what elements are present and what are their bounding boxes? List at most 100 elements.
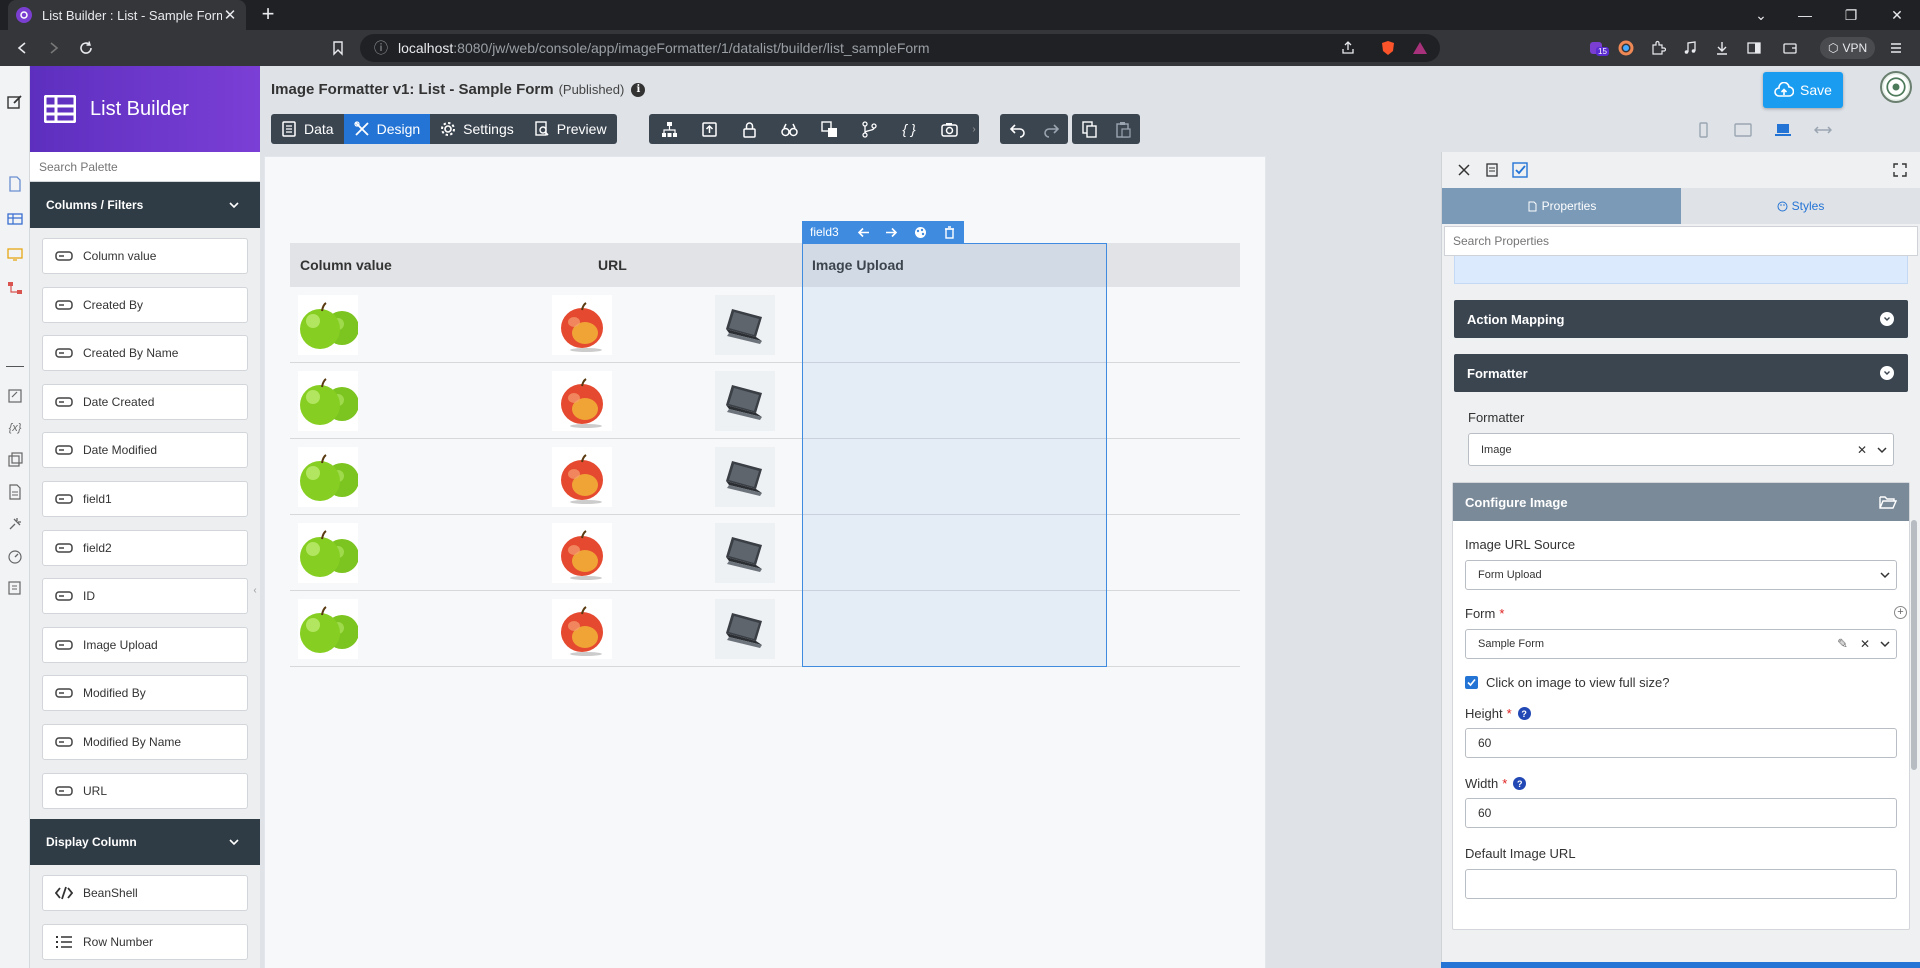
formatter-select[interactable]: Image ✕ xyxy=(1468,433,1894,466)
close-icon[interactable] xyxy=(1450,158,1478,182)
translate-icon[interactable] xyxy=(809,114,849,144)
url-source-select[interactable]: Form Upload xyxy=(1465,560,1897,590)
restore-icon[interactable]: ❐ xyxy=(1828,0,1874,30)
default-image-field[interactable] xyxy=(1465,869,1897,899)
tab-data[interactable]: Data xyxy=(271,114,344,144)
url-field[interactable]: ⓘ localhost:8080/jw/web/console/app/imag… xyxy=(360,34,1440,62)
json-braces-icon[interactable]: { } xyxy=(889,114,929,144)
palette-item[interactable]: URL xyxy=(42,772,248,809)
forward-icon[interactable] xyxy=(42,36,66,60)
selected-column-highlight[interactable] xyxy=(802,243,1107,667)
form-select[interactable]: Sample Form ✎ ✕ xyxy=(1465,629,1897,659)
color-extension-icon[interactable] xyxy=(1616,38,1636,58)
undo-icon[interactable] xyxy=(1000,114,1034,144)
tab-styles[interactable]: Styles xyxy=(1681,188,1920,224)
mobile-view-icon[interactable] xyxy=(1690,119,1716,141)
localization-icon[interactable] xyxy=(5,482,25,502)
column-header[interactable]: Column value xyxy=(290,257,588,273)
properties-scrollbar[interactable] xyxy=(1911,520,1917,770)
tab-search-icon[interactable]: ⌄ xyxy=(1738,0,1784,30)
clear-icon[interactable]: ✕ xyxy=(1860,637,1870,651)
save-button[interactable]: Save xyxy=(1763,72,1843,108)
display-column-section[interactable]: Display Column xyxy=(30,819,260,866)
info-icon[interactable]: ⓘ xyxy=(374,38,388,58)
palette-item[interactable]: field1 xyxy=(42,480,248,517)
edit-app-icon[interactable] xyxy=(5,92,25,112)
height-field[interactable] xyxy=(1465,728,1897,758)
plugins-icon[interactable] xyxy=(5,514,25,534)
width-input[interactable] xyxy=(1478,806,1896,820)
palette-collapse-handle[interactable]: ‹ xyxy=(250,575,260,605)
sidebar-toggle-icon[interactable] xyxy=(1744,38,1764,58)
copy-icon[interactable] xyxy=(1072,114,1106,144)
logs-icon[interactable] xyxy=(5,578,25,598)
column-header[interactable]: URL xyxy=(588,257,802,273)
performance-icon[interactable] xyxy=(5,546,25,566)
browser-tab[interactable]: List Builder : List - Sample Form ✕ xyxy=(8,0,246,30)
tab-design[interactable]: Design xyxy=(343,114,431,144)
move-right-icon[interactable] xyxy=(878,221,907,243)
palette-item[interactable]: Date Created xyxy=(42,383,248,420)
action-mapping-section[interactable]: Action Mapping xyxy=(1454,300,1908,338)
move-left-icon[interactable] xyxy=(849,221,878,243)
extensions-puzzle-icon[interactable] xyxy=(1648,38,1668,58)
export-icon[interactable] xyxy=(689,114,729,144)
palette-search[interactable] xyxy=(30,152,260,182)
palette-item[interactable]: Date Modified xyxy=(42,432,248,469)
reload-icon[interactable] xyxy=(74,36,98,60)
palette-item[interactable]: field2 xyxy=(42,529,248,566)
music-icon[interactable] xyxy=(1680,38,1700,58)
close-window-icon[interactable]: ✕ xyxy=(1874,0,1920,30)
share-icon[interactable] xyxy=(1338,38,1358,58)
download-icon[interactable] xyxy=(1712,38,1732,58)
close-tab-icon[interactable]: ✕ xyxy=(222,6,238,24)
width-field[interactable] xyxy=(1465,798,1897,828)
default-image-input[interactable] xyxy=(1478,877,1896,891)
style-palette-icon[interactable] xyxy=(906,221,935,243)
tree-view-icon[interactable] xyxy=(649,114,689,144)
toolbar-overflow-icon[interactable]: › xyxy=(969,124,979,135)
palette-item[interactable]: Created By xyxy=(42,286,248,323)
palette-item[interactable]: Image Upload xyxy=(42,626,248,663)
permission-lock-icon[interactable] xyxy=(729,114,769,144)
folder-open-icon[interactable] xyxy=(1879,495,1897,509)
checkbox-checked-icon[interactable] xyxy=(1465,676,1478,689)
tab-properties[interactable]: Properties xyxy=(1442,188,1681,224)
redo-icon[interactable] xyxy=(1034,114,1068,144)
properties-icon[interactable] xyxy=(5,386,25,406)
palette-search-input[interactable] xyxy=(39,159,260,174)
palette-item[interactable]: Created By Name xyxy=(42,335,248,372)
userview-builder-icon[interactable] xyxy=(5,244,25,264)
palette-item[interactable]: Modified By Name xyxy=(42,723,248,760)
click-full-size-checkbox[interactable]: Click on image to view full size? xyxy=(1465,675,1897,690)
tab-preview[interactable]: Preview xyxy=(524,114,617,144)
height-input[interactable] xyxy=(1478,736,1896,750)
wallet-icon[interactable] xyxy=(1780,38,1800,58)
new-tab-icon[interactable]: + xyxy=(256,3,280,27)
help-icon[interactable]: ? xyxy=(1513,777,1527,790)
tablet-view-icon[interactable] xyxy=(1730,119,1756,141)
palette-item-beanshell[interactable]: BeanShell xyxy=(42,875,248,912)
bookmark-icon[interactable] xyxy=(326,36,350,60)
palette-item-row-number[interactable]: Row Number xyxy=(42,923,248,960)
clear-icon[interactable]: ✕ xyxy=(1857,443,1867,457)
help-icon[interactable]: ? xyxy=(1517,707,1531,720)
form-builder-icon[interactable] xyxy=(5,174,25,194)
extension-badge-icon[interactable]: 15 xyxy=(1586,38,1609,58)
list-builder-icon[interactable] xyxy=(5,209,25,229)
minimize-icon[interactable]: — xyxy=(1782,0,1828,30)
palette-item[interactable]: ID xyxy=(42,578,248,615)
properties-search[interactable] xyxy=(1444,226,1918,256)
apply-check-icon[interactable] xyxy=(1506,158,1534,182)
add-form-icon[interactable]: + xyxy=(1894,606,1907,619)
user-avatar[interactable] xyxy=(1880,71,1912,103)
edit-form-icon[interactable]: ✎ xyxy=(1837,636,1848,652)
desktop-view-icon[interactable] xyxy=(1770,119,1796,141)
copy-properties-icon[interactable] xyxy=(1478,158,1506,182)
tab-settings[interactable]: Settings xyxy=(430,114,524,144)
brave-rewards-icon[interactable] xyxy=(1410,38,1430,58)
formatter-section[interactable]: Formatter xyxy=(1454,354,1908,392)
palette-item[interactable]: Modified By xyxy=(42,675,248,712)
paste-icon[interactable] xyxy=(1106,114,1140,144)
brave-shield-icon[interactable] xyxy=(1378,38,1398,58)
